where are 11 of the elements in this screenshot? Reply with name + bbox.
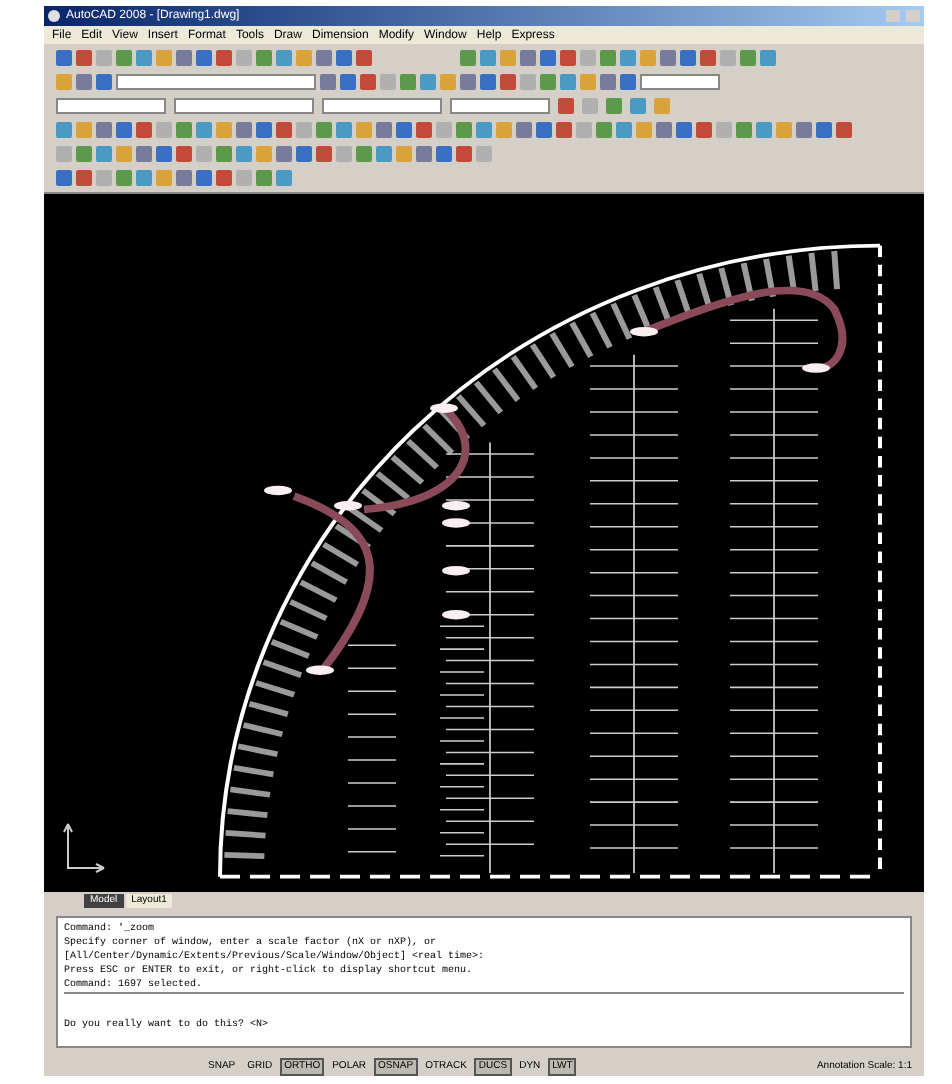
drawing-canvas[interactable] (44, 194, 924, 892)
dropdown-field[interactable] (174, 98, 314, 114)
dropdown-field[interactable] (322, 98, 442, 114)
dropdown-field[interactable] (116, 74, 316, 90)
dropdown-field[interactable] (640, 74, 720, 90)
dropdown-field[interactable] (56, 98, 166, 114)
ucs-icon (60, 820, 108, 876)
minimize-button[interactable] (886, 10, 900, 22)
close-button[interactable] (906, 10, 920, 22)
dropdown-field[interactable] (450, 98, 550, 114)
app-icon (48, 10, 60, 22)
